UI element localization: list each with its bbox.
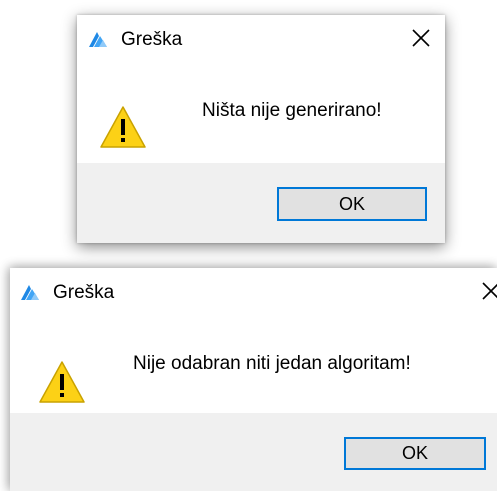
title-bar[interactable]: Greška: [10, 268, 497, 320]
app-icon: [19, 282, 41, 302]
dialog-title: Greška: [53, 282, 115, 303]
dialog-message: Ništa nije generirano!: [202, 100, 382, 121]
close-icon: [482, 282, 497, 300]
dialog-footer: OK: [77, 163, 445, 243]
error-dialog-nothing-generated: Greška Ništa nije generirano! OK: [77, 15, 445, 243]
ok-button[interactable]: OK: [344, 437, 486, 470]
close-button[interactable]: [399, 19, 445, 59]
title-bar[interactable]: Greška: [77, 15, 445, 67]
warning-icon: [99, 105, 147, 149]
error-dialog-no-algorithm: Greška Nije odabran niti jedan algoritam…: [10, 268, 497, 491]
ok-button[interactable]: OK: [277, 187, 427, 221]
dialog-content: Nije odabran niti jedan algoritam!: [10, 320, 497, 413]
dialog-message: Nije odabran niti jedan algoritam!: [133, 353, 411, 374]
close-icon: [412, 29, 430, 47]
warning-icon: [38, 360, 86, 404]
app-icon: [87, 29, 109, 49]
dialog-content: Ništa nije generirano!: [77, 67, 445, 163]
dialog-footer: OK: [10, 413, 497, 491]
close-button[interactable]: [469, 272, 497, 312]
screenshot-stage: Greška Ništa nije generirano! OK Greška …: [0, 0, 497, 491]
dialog-title: Greška: [121, 29, 183, 50]
